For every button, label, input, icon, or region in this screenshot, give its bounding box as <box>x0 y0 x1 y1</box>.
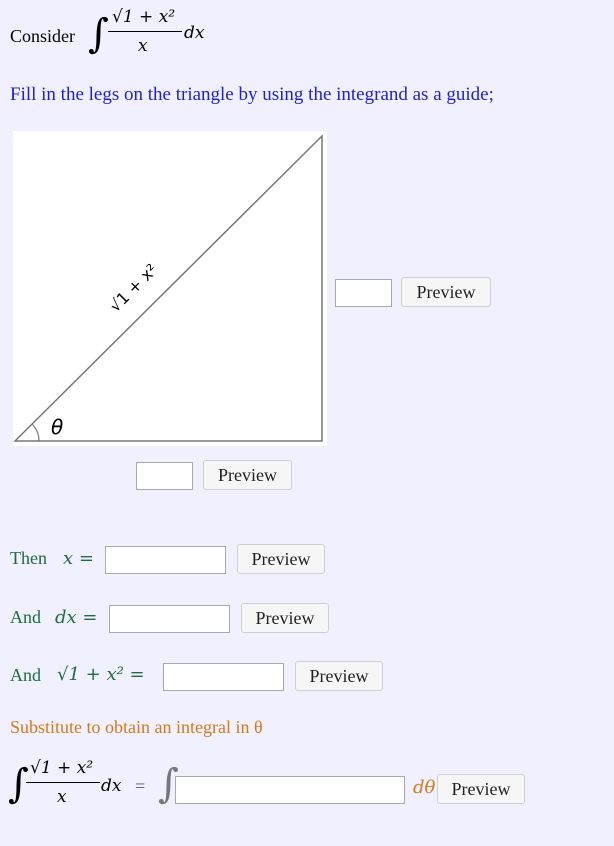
and-dx-label: And <box>10 607 41 627</box>
integral-sign: ∫ <box>88 11 109 57</box>
integrand-denominator: x <box>138 36 148 56</box>
dx-preview-button[interactable]: Preview <box>241 603 329 633</box>
x-input[interactable] <box>105 546 226 574</box>
horizontal-leg-preview-button[interactable]: Preview <box>203 460 292 490</box>
then-label: Then <box>10 548 47 568</box>
dtheta-label: dθ <box>413 777 436 798</box>
triangle-shape <box>13 134 323 442</box>
vertical-leg-preview-button[interactable]: Preview <box>401 277 491 307</box>
horizontal-leg-input[interactable] <box>136 462 193 490</box>
then-x-lhs: x = <box>63 548 94 569</box>
lhs-integral-sign: ∫ <box>8 761 29 807</box>
triangle-svg: θ √1 + x² <box>13 134 323 442</box>
vertical-leg-input[interactable] <box>335 279 392 307</box>
consider-label: Consider <box>10 26 75 46</box>
integral-preview-button[interactable]: Preview <box>437 774 525 804</box>
lhs-fraction-bar <box>26 782 100 783</box>
and-sqrt-lhs: √1 + x² = <box>57 664 145 685</box>
fraction-bar <box>108 31 182 32</box>
integrand-numerator: √1 + x² <box>112 7 176 27</box>
lhs-numerator: √1 + x² <box>30 758 94 778</box>
dx-label: dx <box>184 23 205 43</box>
x-preview-button[interactable]: Preview <box>237 544 325 574</box>
angle-theta-label: θ <box>51 415 63 439</box>
substitute-text: Substitute to obtain an integral in θ <box>10 717 263 737</box>
equals-sign: = <box>135 776 146 796</box>
instruction-text: Fill in the legs on the triangle by usin… <box>10 84 494 105</box>
sqrt-preview-button[interactable]: Preview <box>295 661 383 691</box>
sqrt-input[interactable] <box>163 663 284 691</box>
lhs-denominator: x <box>57 787 67 807</box>
integral-theta-input[interactable] <box>175 776 405 804</box>
and-dx-lhs: dx = <box>55 607 98 628</box>
triangle-figure: θ √1 + x² <box>13 131 327 446</box>
angle-arc <box>31 423 40 442</box>
lhs-dx: dx <box>101 776 122 796</box>
and-sqrt-label: And <box>10 665 41 685</box>
hypotenuse-label: √1 + x² <box>105 260 161 316</box>
dx-input[interactable] <box>109 605 230 633</box>
